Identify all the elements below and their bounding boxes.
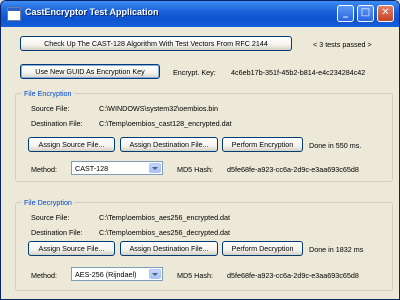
dec-method-select[interactable]: AES-256 (Rijndael): [71, 267, 163, 281]
title-bar[interactable]: CastEncryptor Test Application _ □ ✕: [1, 1, 399, 27]
enc-assign-dest-button[interactable]: Assign Destination File...: [120, 137, 218, 152]
enc-method-label: Method:: [31, 165, 57, 174]
maximize-button[interactable]: □: [357, 5, 374, 22]
dec-source-label: Source File:: [31, 213, 70, 222]
enc-method-value: CAST-128: [75, 164, 109, 173]
dec-source-value: C:\Temp\oembios_aes256_encrypted.dat: [99, 213, 231, 222]
minimize-button[interactable]: _: [337, 5, 354, 22]
test-vectors-button[interactable]: Check Up The CAST-128 Algorithm With Tes…: [20, 36, 292, 51]
chevron-down-icon[interactable]: [149, 163, 161, 173]
decryption-group-title: File Decryption: [22, 198, 74, 207]
dec-dest-label: Destination File:: [31, 228, 83, 237]
dec-assign-source-button[interactable]: Assign Source File...: [28, 241, 115, 256]
dec-dest-value: C:\Temp\oembios_aes256_decrypted.dat: [99, 228, 231, 237]
enc-dest-value: C:\Temp\oembios_cast128_encrypted.dat: [99, 119, 232, 128]
close-button[interactable]: ✕: [377, 5, 394, 22]
app-window: CastEncryptor Test Application _ □ ✕ Che…: [0, 0, 400, 300]
enc-assign-source-button[interactable]: Assign Source File...: [28, 137, 115, 152]
chevron-down-icon[interactable]: [149, 269, 161, 279]
dec-method-label: Method:: [31, 271, 57, 280]
key-label: Encrypt. Key:: [173, 68, 216, 77]
enc-method-select[interactable]: CAST-128: [71, 161, 163, 175]
dec-status: Done in 1832 ms: [309, 245, 364, 254]
window-title: CastEncryptor Test Application: [25, 7, 159, 17]
enc-status: Done in 550 ms.: [309, 141, 362, 150]
dec-md5-value: d5fe68fe-a923-cc6a-2d9c-e3aa693c65d8: [227, 271, 359, 280]
app-icon: [7, 7, 21, 21]
perform-encryption-button[interactable]: Perform Encryption: [222, 137, 303, 152]
perform-decryption-button[interactable]: Perform Decryption: [222, 241, 303, 256]
enc-md5-label: MD5 Hash:: [177, 165, 213, 174]
tests-status: < 3 tests passed >: [313, 40, 372, 49]
guid-key-button[interactable]: Use New GUID As Encryption Key: [20, 64, 160, 79]
enc-source-label: Source File:: [31, 104, 70, 113]
enc-source-value: C:\WINDOWS\system32\oembios.bin: [99, 104, 219, 113]
encryption-group-title: File Encryption: [22, 89, 74, 98]
enc-dest-label: Destination File:: [31, 119, 83, 128]
enc-md5-value: d5fe68fe-a923-cc6a-2d9c-e3aa693c65d8: [227, 165, 359, 174]
dec-md5-label: MD5 Hash:: [177, 271, 213, 280]
key-value: 4c6eb17b-351f-45b2-b814-e4c234284c42: [231, 68, 366, 77]
dec-assign-dest-button[interactable]: Assign Destination File...: [120, 241, 218, 256]
dec-method-value: AES-256 (Rijndael): [75, 270, 137, 279]
